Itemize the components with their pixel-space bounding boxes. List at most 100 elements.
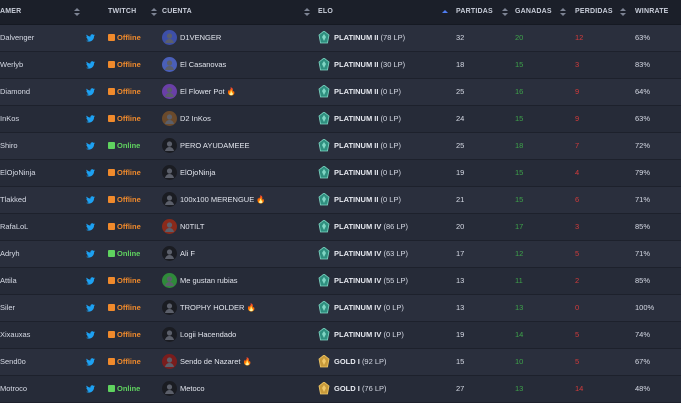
header-wins[interactable]: GANADAS xyxy=(515,0,552,24)
twitter-icon[interactable] xyxy=(86,223,95,231)
twitch-icon xyxy=(108,304,115,311)
table-row[interactable]: Attila Offline Me gustan rubias PLATINUM IV… xyxy=(0,268,681,295)
twitch-status[interactable]: Offline xyxy=(108,52,141,78)
wins-count: 10 xyxy=(515,357,524,366)
twitch-status[interactable]: Online xyxy=(108,241,140,267)
twitch-status-label: Offline xyxy=(117,114,141,123)
account-name[interactable]: D1VENGER xyxy=(180,25,221,51)
account-name[interactable]: D2 InKos xyxy=(180,106,211,132)
sort-games-icon[interactable] xyxy=(502,8,508,16)
elo-value: PLATINUM II (78 LP) xyxy=(334,25,405,51)
twitch-status[interactable]: Online xyxy=(108,133,140,159)
games-count: 24 xyxy=(456,114,465,123)
header-elo[interactable]: ELO xyxy=(318,0,333,24)
twitch-status[interactable]: Offline xyxy=(108,295,141,321)
twitch-icon xyxy=(108,115,115,122)
table-row[interactable]: Xixauxas Offline Logii Hacendado PLATINUM I… xyxy=(0,322,681,349)
elo-lp: (0 LP) xyxy=(383,330,404,339)
account-name[interactable]: El Casanovas xyxy=(180,52,226,78)
account-name[interactable]: N0TILT xyxy=(180,214,204,240)
twitch-status[interactable]: Offline xyxy=(108,25,141,51)
twitch-status[interactable]: Online xyxy=(108,376,140,402)
table-row[interactable]: Tlakked Offline 100x100 MERENGUE 🔥 PLATINUM… xyxy=(0,187,681,214)
twitter-icon[interactable] xyxy=(86,169,95,177)
twitch-icon xyxy=(108,88,115,95)
twitter-icon[interactable] xyxy=(86,88,95,96)
sort-losses-icon[interactable] xyxy=(620,8,626,16)
twitter-icon[interactable] xyxy=(86,358,95,366)
losses-count: 3 xyxy=(575,60,580,69)
twitter-icon[interactable] xyxy=(86,115,95,123)
table-row[interactable]: Adryh Online Ali F PLATINUM IV (63 LP) 17 12 5… xyxy=(0,241,681,268)
account-name[interactable]: Me gustan rubias xyxy=(180,268,238,294)
twitch-status-label: Offline xyxy=(117,330,141,339)
account-name[interactable]: Logii Hacendado xyxy=(180,322,236,348)
table-row[interactable]: Motroco Online Metoco GOLD I (76 LP) 27 13 14 4… xyxy=(0,376,681,403)
twitter-icon[interactable] xyxy=(86,196,95,204)
twitch-icon xyxy=(108,142,115,149)
account-name[interactable]: TROPHY HOLDER 🔥 xyxy=(180,295,256,321)
twitch-status[interactable]: Offline xyxy=(108,268,141,294)
summoner-avatar xyxy=(162,219,177,234)
twitch-status[interactable]: Offline xyxy=(108,79,141,105)
wins-count: 15 xyxy=(515,60,524,69)
table-row[interactable]: Siler Offline TROPHY HOLDER 🔥 PLATINUM IV (… xyxy=(0,295,681,322)
twitch-status[interactable]: Offline xyxy=(108,214,141,240)
rank-emblem-icon xyxy=(318,219,330,233)
account-name[interactable]: Ali F xyxy=(180,241,195,267)
account-name[interactable]: ElOjoNinja xyxy=(180,160,215,186)
twitch-status-label: Offline xyxy=(117,222,141,231)
sort-elo-active-icon[interactable] xyxy=(442,8,448,16)
sort-twitch-icon[interactable] xyxy=(151,8,157,16)
header-account[interactable]: CUENTA xyxy=(162,0,192,24)
elo-lp: (0 LP) xyxy=(380,114,401,123)
elo-rank: GOLD I xyxy=(334,357,360,366)
table-header: AMER TWITCH CUENTA ELO PARTIDAS GANADAS … xyxy=(0,0,681,25)
table-row[interactable]: Send0o Offline Sendo de Nazaret 🔥 GOLD I (9… xyxy=(0,349,681,376)
table-row[interactable]: Dalvenger Offline D1VENGER PLATINUM II (78 … xyxy=(0,25,681,52)
twitter-icon[interactable] xyxy=(86,277,95,285)
table-row[interactable]: RafaLoL Offline N0TILT PLATINUM IV (86 LP) 2… xyxy=(0,214,681,241)
twitter-icon[interactable] xyxy=(86,61,95,69)
player-name: RafaLoL xyxy=(0,222,29,231)
table-row[interactable]: Werlyb Offline El Casanovas PLATINUM II (30… xyxy=(0,52,681,79)
twitch-status[interactable]: Offline xyxy=(108,349,141,375)
losses-count: 12 xyxy=(575,33,584,42)
sort-wins-icon[interactable] xyxy=(560,8,566,16)
sort-player-icon[interactable] xyxy=(74,8,80,16)
rank-emblem-icon xyxy=(318,327,330,341)
twitter-icon[interactable] xyxy=(86,331,95,339)
table-row[interactable]: Diamond Offline El Flower Pot 🔥 PLATINUM II… xyxy=(0,79,681,106)
elo-value: PLATINUM II (0 LP) xyxy=(334,187,401,213)
header-twitch[interactable]: TWITCH xyxy=(108,0,136,24)
twitter-icon[interactable] xyxy=(86,142,95,150)
player-name: ElOjoNinja xyxy=(0,168,36,177)
twitch-status[interactable]: Offline xyxy=(108,322,141,348)
account-name[interactable]: 100x100 MERENGUE 🔥 xyxy=(180,187,266,213)
twitch-status[interactable]: Offline xyxy=(108,106,141,132)
header-player[interactable]: AMER xyxy=(0,0,21,24)
losses-count: 3 xyxy=(575,222,580,231)
twitch-status-label: Offline xyxy=(117,168,141,177)
elo-lp: (55 LP) xyxy=(383,276,409,285)
twitter-icon[interactable] xyxy=(86,34,95,42)
account-name[interactable]: PERO AYUDAMEEE xyxy=(180,133,249,159)
account-name[interactable]: Metoco xyxy=(180,376,205,402)
table-row[interactable]: Shiro Online PERO AYUDAMEEE PLATINUM II (0 … xyxy=(0,133,681,160)
table-row[interactable]: ElOjoNinja Offline ElOjoNinja PLATINUM II (… xyxy=(0,160,681,187)
sort-account-icon[interactable] xyxy=(304,8,310,16)
twitter-icon[interactable] xyxy=(86,250,95,258)
summoner-avatar xyxy=(162,165,177,180)
table-row[interactable]: InKos Offline D2 InKos PLATINUM II (0 LP) 24… xyxy=(0,106,681,133)
account-name[interactable]: El Flower Pot 🔥 xyxy=(180,79,236,105)
twitter-icon[interactable] xyxy=(86,385,95,393)
header-games[interactable]: PARTIDAS xyxy=(456,0,493,24)
account-name[interactable]: Sendo de Nazaret 🔥 xyxy=(180,349,252,375)
twitch-status[interactable]: Offline xyxy=(108,187,141,213)
header-losses[interactable]: PERDIDAS xyxy=(575,0,613,24)
twitch-status[interactable]: Offline xyxy=(108,160,141,186)
elo-lp: (0 LP) xyxy=(380,87,401,96)
header-winrate[interactable]: WINRATE xyxy=(635,0,669,24)
twitter-icon[interactable] xyxy=(86,304,95,312)
wins-count: 16 xyxy=(515,87,524,96)
